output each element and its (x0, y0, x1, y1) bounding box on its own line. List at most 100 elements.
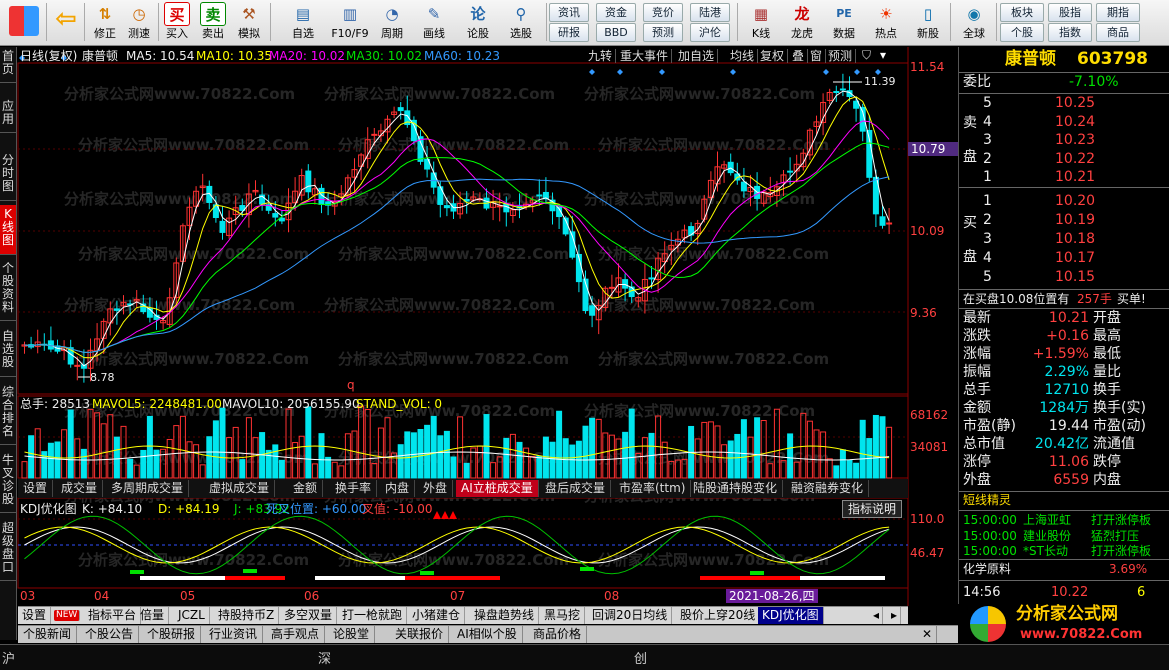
month-label: 08 (604, 589, 620, 603)
ask-price[interactable]: 10.21 (1055, 169, 1095, 186)
sector-button[interactable]: 板块 (1000, 3, 1044, 22)
indicator-tab[interactable]: 陆股通持股变化 (688, 480, 784, 497)
formula-tab[interactable]: 倍量 (136, 607, 170, 624)
status-sh[interactable]: 沪 (2, 648, 15, 667)
info-tab[interactable]: 行业资讯 (204, 626, 264, 643)
bid-price[interactable]: 10.15 (1055, 269, 1095, 286)
ask-price[interactable]: 10.24 (1055, 114, 1095, 131)
volume-bar (872, 414, 879, 479)
scroll-right-icon[interactable]: ▸ (888, 607, 902, 624)
formula-tab[interactable]: 持股持币Z (214, 607, 280, 624)
lock-icon[interactable]: ⛉ (862, 48, 871, 62)
indicator-tab[interactable]: 多周期成交量 (106, 480, 190, 497)
status-cyb[interactable]: 创 (634, 648, 647, 667)
sprite-stock[interactable]: *ST长动 (1023, 543, 1068, 560)
sprite-stock[interactable]: 上海亚虹 (1023, 512, 1071, 529)
bid-price[interactable]: 10.17 (1055, 250, 1095, 267)
bid-price[interactable]: 10.18 (1055, 231, 1095, 248)
kdj-signal-bar (700, 576, 800, 580)
chart-tool-button[interactable]: 窗 (810, 49, 827, 63)
volume-bar (516, 441, 523, 479)
formula-tab[interactable]: 多空双量 (280, 607, 338, 624)
chart-tool-button[interactable]: 均线 (730, 49, 759, 63)
indicator-tab[interactable]: 融资融券变化 (786, 480, 870, 497)
indicator-tab[interactable]: 内盘 (380, 480, 416, 497)
month-label: 06 (304, 589, 320, 603)
info-tab[interactable]: 论股堂 (328, 626, 376, 643)
formula-tab[interactable]: 设置 (18, 607, 52, 624)
formula-tab[interactable]: 股价上穿20线 (676, 607, 761, 624)
indicator-tab[interactable]: 金额 (288, 480, 324, 497)
volume-bar (767, 463, 774, 479)
formula-tab[interactable]: JCZL (174, 607, 210, 624)
dropdown-icon[interactable]: ▾ (880, 48, 886, 62)
commodity-button[interactable]: 商品 (1096, 23, 1140, 42)
formula-tab[interactable]: 回调20日均线 (588, 607, 673, 624)
candle-body (219, 220, 226, 233)
info-tab[interactable]: 高手观点 (266, 626, 326, 643)
sector-pct: 3.69% (1109, 562, 1148, 576)
sector-name[interactable]: 化学原料 (963, 561, 1011, 578)
indicator-tab[interactable]: 设置 (18, 480, 54, 497)
indicator-explain-button[interactable]: 指标说明 (842, 500, 903, 518)
stock-index-button[interactable]: 股指 (1048, 3, 1092, 22)
global-button[interactable]: ◉ 全球 (954, 1, 994, 44)
info-tab[interactable]: 个股研报 (142, 626, 202, 643)
volume-bar (833, 465, 840, 479)
chart-tool-button[interactable]: 复权 (760, 49, 789, 63)
formula-tab[interactable]: 操盘趋势线 (470, 607, 540, 624)
formula-tab[interactable]: NEW (54, 610, 81, 621)
indicator-tab[interactable]: 虚拟成交量 (204, 480, 276, 497)
info-tab[interactable]: 商品价格 (528, 626, 588, 643)
globe-icon: ◉ (967, 5, 981, 23)
ask-price[interactable]: 10.25 (1055, 95, 1095, 112)
info-tab[interactable]: 个股公告 (80, 626, 140, 643)
volume-bar (694, 438, 701, 479)
event-diamond-icon (589, 69, 595, 75)
ask-level: 2 (983, 150, 992, 167)
kdj-k-label: K: +84.10 (82, 502, 143, 516)
close-icon[interactable]: ✕ (918, 626, 938, 643)
info-tab[interactable]: AI相似个股 (452, 626, 523, 643)
sprite-stock[interactable]: 建业股份 (1023, 528, 1071, 545)
indicator-tab[interactable]: AI立桩成交量 (456, 480, 539, 497)
chart-tool-button[interactable]: 叠 (792, 49, 809, 63)
volume-bar (245, 417, 252, 479)
single-stock-button[interactable]: 个股 (1000, 23, 1044, 42)
bid-price[interactable]: 10.19 (1055, 212, 1095, 229)
info-tab[interactable]: 个股新闻 (18, 626, 78, 643)
indicator-tab[interactable]: 换手率 (330, 480, 378, 497)
info-tab[interactable]: 关联报价 (390, 626, 450, 643)
ma10-label: MA10: 10.35 (196, 49, 273, 63)
volume-bar (272, 444, 279, 479)
volume-bar (496, 456, 503, 479)
candle-body (206, 185, 213, 203)
bid-price[interactable]: 10.20 (1055, 193, 1095, 210)
ma30-label: MA30: 10.02 (346, 49, 423, 63)
chart-tool-button[interactable]: 预测 (828, 49, 857, 63)
chart-tool-button[interactable]: 九转 (588, 49, 617, 63)
indicator-tab[interactable]: 外盘 (418, 480, 454, 497)
bid-level: 5 (983, 269, 992, 285)
indicator-tab[interactable]: 市盈率(ttm) (614, 480, 692, 497)
ask-price[interactable]: 10.23 (1055, 132, 1095, 149)
chart-tool-button[interactable]: 加自选 (678, 49, 719, 63)
futures-index-button[interactable]: 期指 (1096, 3, 1140, 22)
formula-tab[interactable]: 指标平台 (84, 607, 142, 624)
formula-tab[interactable]: 打一枪就跑 (338, 607, 408, 624)
chart-tool-button[interactable]: 重大事件 (620, 49, 673, 63)
volume-bar (107, 414, 114, 479)
indicator-tab[interactable]: 盘后成交量 (540, 480, 612, 497)
kline-chart[interactable] (0, 0, 958, 606)
volume-bar (54, 441, 61, 479)
scroll-left-icon[interactable]: ◂ (870, 607, 884, 624)
ask-price[interactable]: 10.22 (1055, 151, 1095, 168)
month-label: 04 (94, 589, 110, 603)
kdj-green-mark (580, 567, 594, 571)
status-sz[interactable]: 深 (318, 648, 331, 667)
formula-tab[interactable]: KDJ优化图 (758, 607, 824, 624)
indicator-tab[interactable]: 成交量 (56, 480, 104, 497)
index-button[interactable]: 指数 (1048, 23, 1092, 42)
formula-tab[interactable]: 小猪建仓 (408, 607, 466, 624)
formula-tab[interactable]: 黑马挖 (540, 607, 586, 624)
